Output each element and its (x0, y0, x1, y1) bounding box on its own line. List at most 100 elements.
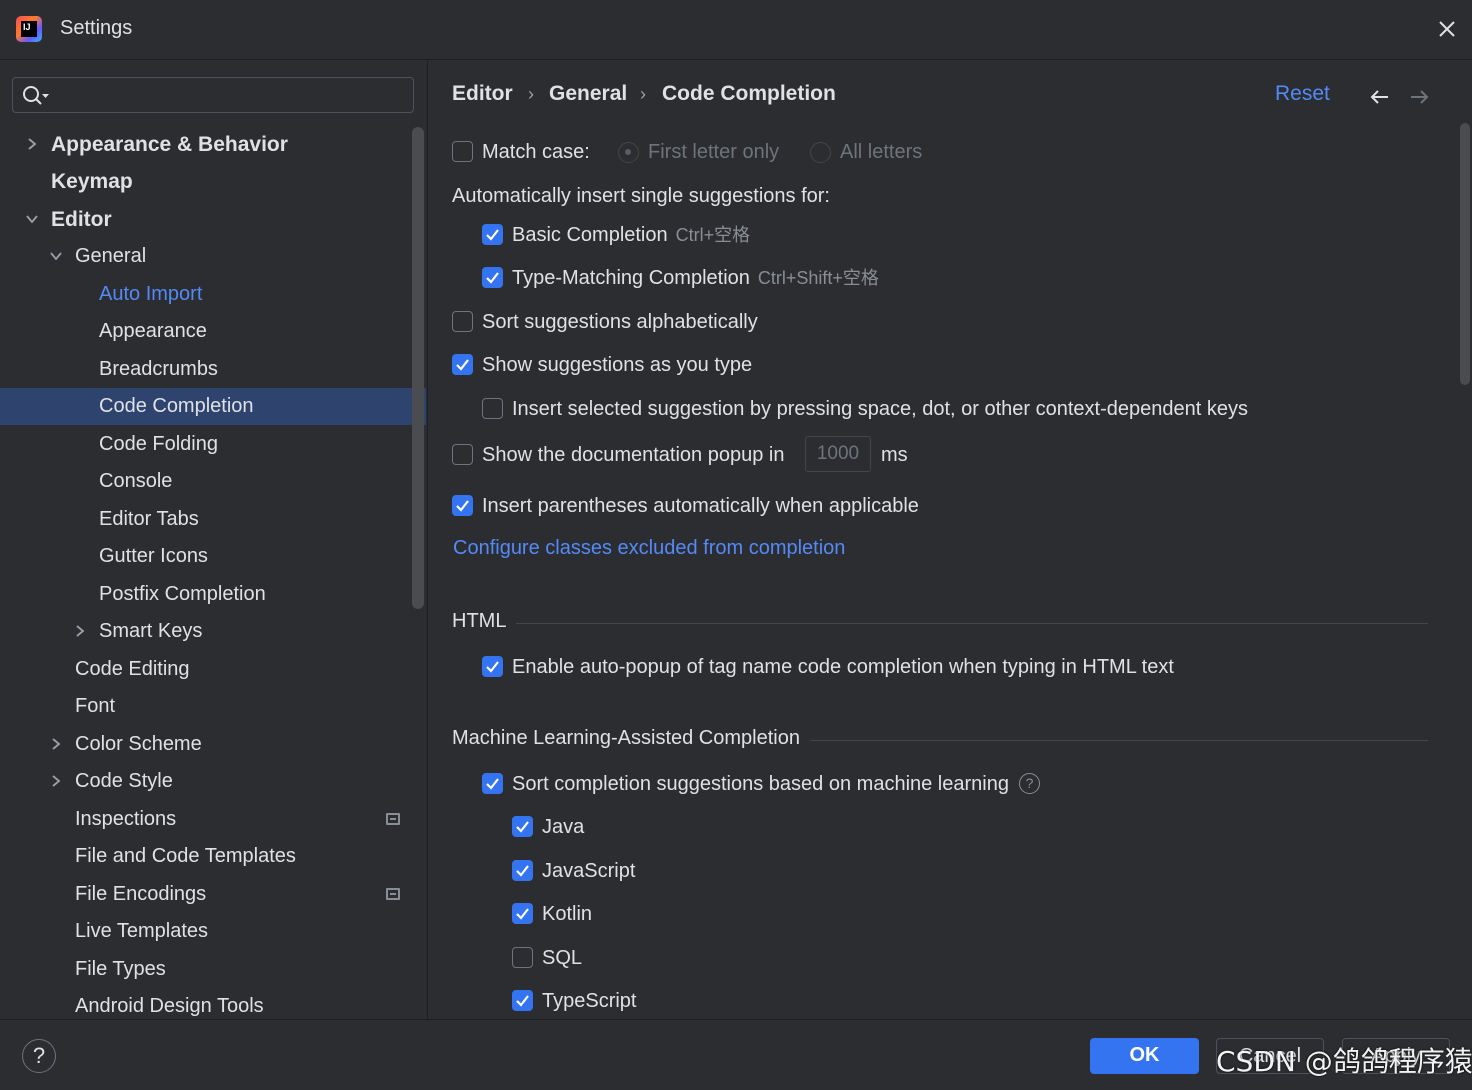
chevron-right-icon (76, 625, 85, 637)
breadcrumb-general[interactable]: General (549, 82, 627, 106)
tree-item-file-types[interactable]: File Types (0, 951, 426, 988)
content-scrollbar[interactable] (1460, 123, 1470, 385)
tree-item-appearance[interactable]: Appearance (0, 313, 426, 350)
basic-completion-row: Basic Completion Ctrl+空格 (482, 220, 982, 250)
tree-item-gutter-icons[interactable]: Gutter Icons (0, 538, 426, 575)
ml-kotlin-checkbox[interactable] (512, 903, 533, 924)
tree-item-label: Breadcrumbs (99, 358, 218, 380)
match-case-row: Match case: First letter only All letter… (452, 137, 972, 167)
forward-arrow-icon[interactable] (1407, 85, 1431, 109)
tree-item-label: Live Templates (75, 920, 209, 942)
chevron-down-icon (26, 215, 38, 224)
ml-kotlin-label: Kotlin (542, 903, 593, 925)
search-input[interactable] (53, 82, 408, 108)
tree-item-inspections[interactable]: Inspections (0, 801, 426, 838)
tree-item-font[interactable]: Font (0, 688, 426, 725)
doc-popup-label: Show the documentation popup in (482, 444, 785, 466)
search-icon (23, 86, 49, 105)
tree-item-editor[interactable]: Editor (0, 201, 426, 238)
ml-java-label: Java (542, 816, 585, 838)
match-case-checkbox[interactable] (452, 141, 473, 162)
tree-item-label: Code Editing (75, 658, 190, 680)
tree-item-label: Code Completion (99, 395, 254, 417)
tree-item-appearance-behavior[interactable]: Appearance & Behavior (0, 126, 426, 163)
tree-item-smart-keys[interactable]: Smart Keys (0, 613, 426, 650)
chevron-down-icon (50, 252, 62, 261)
tree-item-breadcrumbs[interactable]: Breadcrumbs (0, 351, 426, 388)
show-as-type-checkbox[interactable] (452, 354, 473, 375)
help-button[interactable]: ? (22, 1039, 56, 1073)
all-letters-radio[interactable] (810, 142, 831, 163)
tree-item-general[interactable]: General (0, 238, 426, 275)
type-matching-shortcut: Ctrl+Shift+空格 (757, 268, 879, 288)
first-letter-label: First letter only (648, 141, 780, 163)
doc-popup-delay-input[interactable]: 1000 (805, 436, 871, 472)
sort-alpha-row: Sort suggestions alphabetically (452, 307, 952, 337)
tree-scrollbar[interactable] (412, 127, 424, 609)
ml-javascript-checkbox[interactable] (512, 860, 533, 881)
tree-item-label: Keymap (51, 170, 133, 193)
close-button[interactable] (1432, 14, 1462, 44)
reset-link[interactable]: Reset (1275, 82, 1330, 106)
ml-sql-checkbox[interactable] (512, 947, 533, 968)
ml-java-checkbox[interactable] (512, 816, 533, 837)
tree-item-color-scheme[interactable]: Color Scheme (0, 726, 426, 763)
configure-excluded-classes-link[interactable]: Configure classes excluded from completi… (453, 533, 845, 563)
html-auto-popup-checkbox[interactable] (482, 656, 503, 677)
tree-item-keymap[interactable]: Keymap (0, 163, 426, 200)
tree-item-console[interactable]: Console (0, 463, 426, 500)
chevron-right-icon (52, 738, 61, 750)
show-as-type-label: Show suggestions as you type (482, 354, 753, 376)
ml-lang-kotlin-row: Kotlin (512, 899, 812, 929)
tree-item-code-editing[interactable]: Code Editing (0, 651, 426, 688)
type-matching-checkbox[interactable] (482, 267, 503, 288)
tree-item-label: Auto Import (99, 283, 203, 305)
csdn-watermark: CSDN @鸽鸽程序猿 (1216, 1045, 1472, 1078)
chevron-right-icon (28, 138, 37, 150)
tree-item-android-design-tools[interactable]: Android Design Tools (0, 988, 426, 1019)
basic-completion-checkbox[interactable] (482, 224, 503, 245)
tree-item-label: Console (99, 470, 173, 492)
tree-item-auto-import[interactable]: Auto Import (0, 276, 426, 313)
html-section-title: HTML (452, 610, 517, 633)
settings-content-panel: Editor › General › Code Completion Reset… (429, 61, 1472, 1019)
tree-item-file-code-templates[interactable]: File and Code Templates (0, 838, 426, 875)
breadcrumb-editor[interactable]: Editor (452, 82, 513, 106)
tree-item-label: File and Code Templates (75, 845, 296, 867)
tree-item-code-folding[interactable]: Code Folding (0, 426, 426, 463)
settings-search-box[interactable] (12, 77, 414, 113)
tree-item-label: Appearance (99, 320, 207, 342)
doc-popup-checkbox[interactable] (452, 444, 473, 465)
tree-item-label: Editor (51, 208, 112, 231)
insert-parens-checkbox[interactable] (452, 495, 473, 516)
ok-button[interactable]: OK (1090, 1038, 1199, 1074)
type-matching-row: Type-Matching Completion Ctrl+Shift+空格 (482, 263, 1082, 293)
project-settings-icon (386, 813, 400, 825)
tree-item-code-style[interactable]: Code Style (0, 763, 426, 800)
ml-sort-checkbox[interactable] (482, 773, 503, 794)
first-letter-radio[interactable] (618, 142, 639, 163)
auto-insert-heading: Automatically insert single suggestions … (452, 185, 830, 207)
tree-item-label: Font (75, 695, 116, 717)
tree-item-editor-tabs[interactable]: Editor Tabs (0, 501, 426, 538)
settings-tree-panel: Appearance & Behavior Keymap Editor Gene… (0, 61, 428, 1019)
tree-item-live-templates[interactable]: Live Templates (0, 913, 426, 950)
tree-item-postfix-completion[interactable]: Postfix Completion (0, 576, 426, 613)
tree-item-code-completion[interactable]: Code Completion (0, 388, 426, 425)
tree-item-label: Editor Tabs (99, 508, 199, 530)
ml-sql-label: SQL (542, 947, 583, 969)
ml-lang-java-row: Java (512, 812, 812, 842)
help-icon[interactable]: ? (1018, 773, 1040, 794)
back-arrow-icon[interactable] (1368, 85, 1392, 109)
insert-selected-checkbox[interactable] (482, 398, 503, 419)
insert-parens-label: Insert parentheses automatically when ap… (482, 495, 919, 517)
tree-item-label: Code Folding (99, 433, 218, 455)
html-auto-popup-label: Enable auto-popup of tag name code compl… (512, 656, 1174, 678)
ml-typescript-checkbox[interactable] (512, 990, 533, 1011)
tree-item-label: Android Design Tools (75, 995, 264, 1017)
chevron-right-icon (52, 775, 61, 787)
sort-alpha-checkbox[interactable] (452, 311, 473, 332)
ml-sort-label: Sort completion suggestions based on mac… (512, 773, 1009, 795)
tree-item-file-encodings[interactable]: File Encodings (0, 876, 426, 913)
tree-item-label: Smart Keys (99, 620, 203, 642)
